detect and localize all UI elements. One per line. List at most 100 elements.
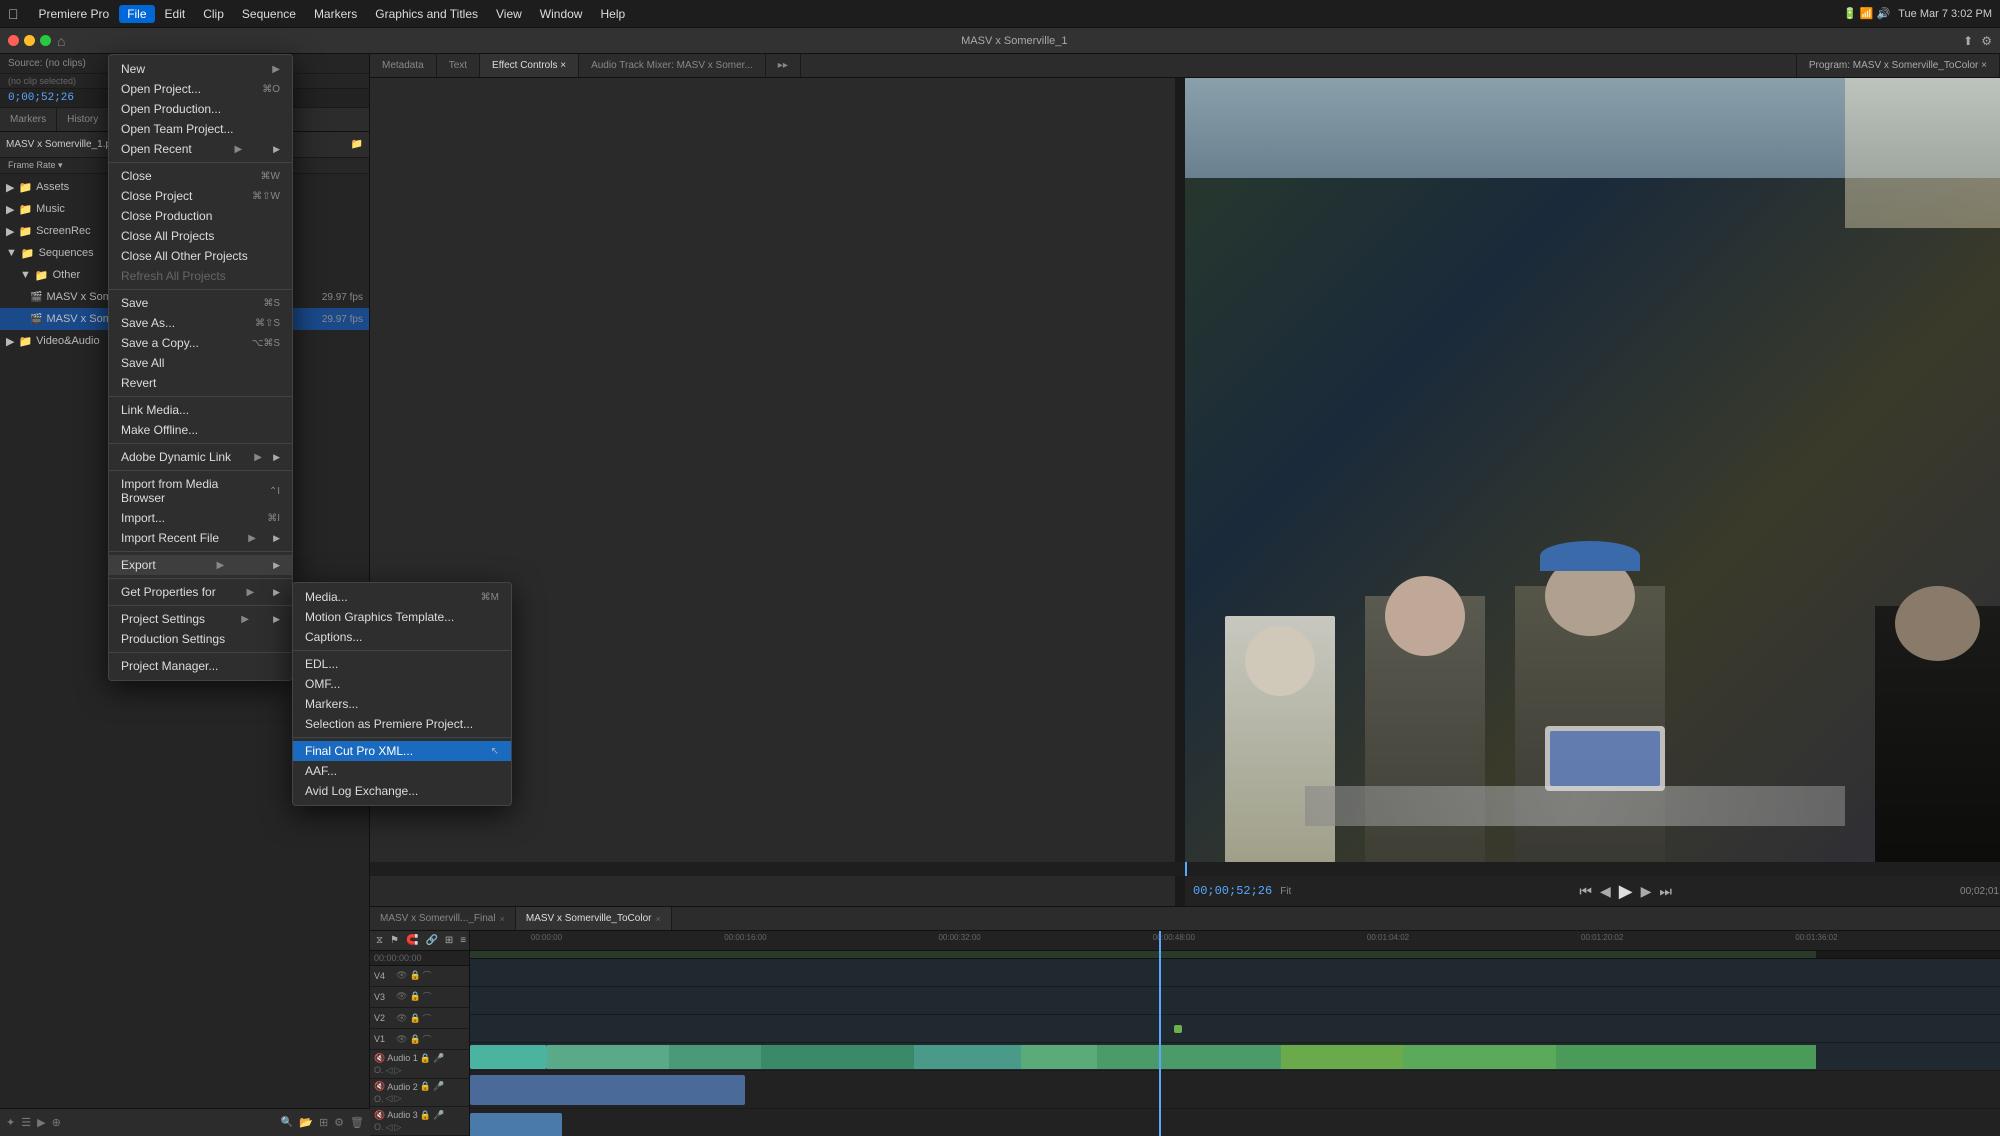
help-menu[interactable]: Help: [592, 5, 633, 23]
menu-open-recent[interactable]: Open Recent ▶: [109, 139, 292, 159]
audio2-ctrl2[interactable]: ▷: [394, 1093, 401, 1104]
menu-import-recent[interactable]: Import Recent File ▶: [109, 528, 292, 548]
audio1-mic-icon[interactable]: 🎤: [433, 1053, 444, 1064]
step-forward-button[interactable]: ⏭: [1659, 883, 1672, 900]
minimize-window-button[interactable]: [24, 35, 35, 46]
menu-close-production[interactable]: Close Production: [109, 206, 292, 226]
tab-timeline-tocolor[interactable]: MASV x Somerville_ToColor ×: [516, 907, 672, 930]
tab-metadata[interactable]: Metadata: [370, 54, 437, 77]
v1-eye-icon[interactable]: 👁: [396, 1034, 407, 1045]
menu-close-other[interactable]: Close All Other Projects: [109, 246, 292, 266]
v4-eye-icon[interactable]: 👁: [396, 970, 407, 981]
clip-v1-6[interactable]: [1021, 1045, 1098, 1069]
share-icon[interactable]: ⬆: [1963, 34, 1973, 48]
audio3-ctrl1[interactable]: ◁: [386, 1122, 393, 1133]
tab-history[interactable]: History: [57, 108, 109, 131]
markers-menu[interactable]: Markers: [306, 5, 365, 23]
tab-timeline-final[interactable]: MASV x Somervill..._Final ×: [370, 907, 516, 930]
menu-close-project[interactable]: Close Project ⌘⇧W: [109, 186, 292, 206]
v4-sync-icon[interactable]: ⌒: [423, 969, 432, 982]
frame-rate-label[interactable]: Frame Rate ▾: [8, 160, 63, 171]
clip-v1-10[interactable]: [1556, 1045, 1816, 1069]
clip-menu[interactable]: Clip: [195, 5, 232, 23]
play-stop-button[interactable]: ▶: [1619, 881, 1633, 902]
v3-eye-icon[interactable]: 👁: [396, 991, 407, 1002]
menu-open-project[interactable]: Open Project... ⌘O: [109, 79, 292, 99]
list-view-icon[interactable]: ☰: [21, 1116, 31, 1129]
export-avid-log[interactable]: Avid Log Exchange...: [293, 781, 511, 801]
settings-icon[interactable]: ⚙: [1981, 34, 1992, 48]
export-markers[interactable]: Markers...: [293, 694, 511, 714]
delete-icon[interactable]: 🗑: [350, 1116, 364, 1129]
menu-export[interactable]: Export ▶: [109, 555, 292, 575]
menu-new[interactable]: New ▶: [109, 59, 292, 79]
export-motion-graphics[interactable]: Motion Graphics Template...: [293, 607, 511, 627]
menu-open-team[interactable]: Open Team Project...: [109, 119, 292, 139]
close-window-button[interactable]: [8, 35, 19, 46]
audio3-mic-icon[interactable]: 🎤: [433, 1110, 444, 1121]
v2-lock-icon[interactable]: 🔒: [409, 1013, 420, 1024]
home-button[interactable]: ⌂: [57, 33, 65, 49]
menu-get-properties[interactable]: Get Properties for ▶: [109, 582, 292, 602]
new-bin-button[interactable]: 📁: [351, 139, 363, 150]
audio1-lock-icon[interactable]: 🔒: [420, 1053, 431, 1064]
track-audio2-content[interactable]: [470, 1109, 2000, 1136]
edit-menu[interactable]: Edit: [157, 5, 194, 23]
sequence-menu[interactable]: Sequence: [234, 5, 304, 23]
snap-icon[interactable]: 🧲: [404, 933, 420, 948]
add-marker-icon[interactable]: ⚑: [388, 933, 401, 948]
track-audio1-content[interactable]: [470, 1071, 2000, 1109]
v4-lock-icon[interactable]: 🔒: [409, 970, 420, 981]
new-item-icon[interactable]: ✦: [6, 1116, 15, 1129]
clip-v1-4[interactable]: [761, 1045, 914, 1069]
close-tab-tocolor[interactable]: ×: [655, 914, 660, 924]
close-tab-final[interactable]: ×: [500, 914, 505, 924]
menu-close-all[interactable]: Close All Projects: [109, 226, 292, 246]
menu-revert[interactable]: Revert: [109, 373, 292, 393]
tab-text[interactable]: Text: [437, 54, 480, 77]
menu-production-settings[interactable]: Production Settings: [109, 629, 292, 649]
settings-small-icon[interactable]: ⚙: [334, 1116, 344, 1129]
menu-save[interactable]: Save ⌘S: [109, 293, 292, 313]
tab-more[interactable]: ▸▸: [766, 54, 801, 77]
v3-sync-icon[interactable]: ⌒: [423, 990, 432, 1003]
clip-v1-5[interactable]: [914, 1045, 1021, 1069]
v1-lock-icon[interactable]: 🔒: [409, 1034, 420, 1045]
audio1-ctrl2[interactable]: ▷: [394, 1065, 401, 1076]
track-v4-content[interactable]: [470, 959, 2000, 987]
tab-effect-controls[interactable]: Effect Controls ×: [480, 54, 579, 77]
maximize-window-button[interactable]: [40, 35, 51, 46]
v3-lock-icon[interactable]: 🔒: [409, 991, 420, 1002]
audio3-mute-icon[interactable]: 🔇: [374, 1110, 385, 1121]
clip-v1-3[interactable]: [669, 1045, 761, 1069]
clip-v1-7[interactable]: [1097, 1045, 1281, 1069]
clip-v1-8[interactable]: [1281, 1045, 1403, 1069]
export-media[interactable]: Media... ⌘M: [293, 587, 511, 607]
menu-import-media-browser[interactable]: Import from Media Browser ⌃I: [109, 474, 292, 508]
menu-project-settings[interactable]: Project Settings ▶: [109, 609, 292, 629]
v2-sync-icon[interactable]: ⌒: [423, 1012, 432, 1025]
audio2-ctrl1[interactable]: ◁: [386, 1093, 393, 1104]
search-project-icon[interactable]: 🔍: [281, 1117, 293, 1128]
track-v1-content[interactable]: [470, 1043, 2000, 1071]
menu-project-manager[interactable]: Project Manager...: [109, 656, 292, 676]
window-menu[interactable]: Window: [532, 5, 591, 23]
clip-v1-1[interactable]: [470, 1045, 547, 1069]
timeline-inout-bar[interactable]: [470, 951, 2000, 959]
audio-clip-2[interactable]: [470, 1113, 562, 1136]
export-captions[interactable]: Captions...: [293, 627, 511, 647]
grid-icon[interactable]: ⊞: [319, 1116, 328, 1129]
graphics-menu[interactable]: Graphics and Titles: [367, 5, 486, 23]
play-icon[interactable]: ▶: [37, 1116, 45, 1129]
prev-frame-button[interactable]: ◀: [1600, 883, 1611, 900]
export-aaf[interactable]: AAF...: [293, 761, 511, 781]
menu-link-media[interactable]: Link Media...: [109, 400, 292, 420]
step-back-button[interactable]: ⏮: [1579, 883, 1592, 900]
export-selection-premiere[interactable]: Selection as Premiere Project...: [293, 714, 511, 734]
menu-adobe-dynamic-link[interactable]: Adobe Dynamic Link ▶: [109, 447, 292, 467]
timeline-playhead[interactable]: [1159, 931, 1161, 1136]
clip-v1-2[interactable]: [547, 1045, 669, 1069]
export-edl[interactable]: EDL...: [293, 654, 511, 674]
tab-program[interactable]: Program: MASV x Somerville_ToColor ×: [1796, 54, 2000, 77]
v2-eye-icon[interactable]: 👁: [396, 1013, 407, 1024]
